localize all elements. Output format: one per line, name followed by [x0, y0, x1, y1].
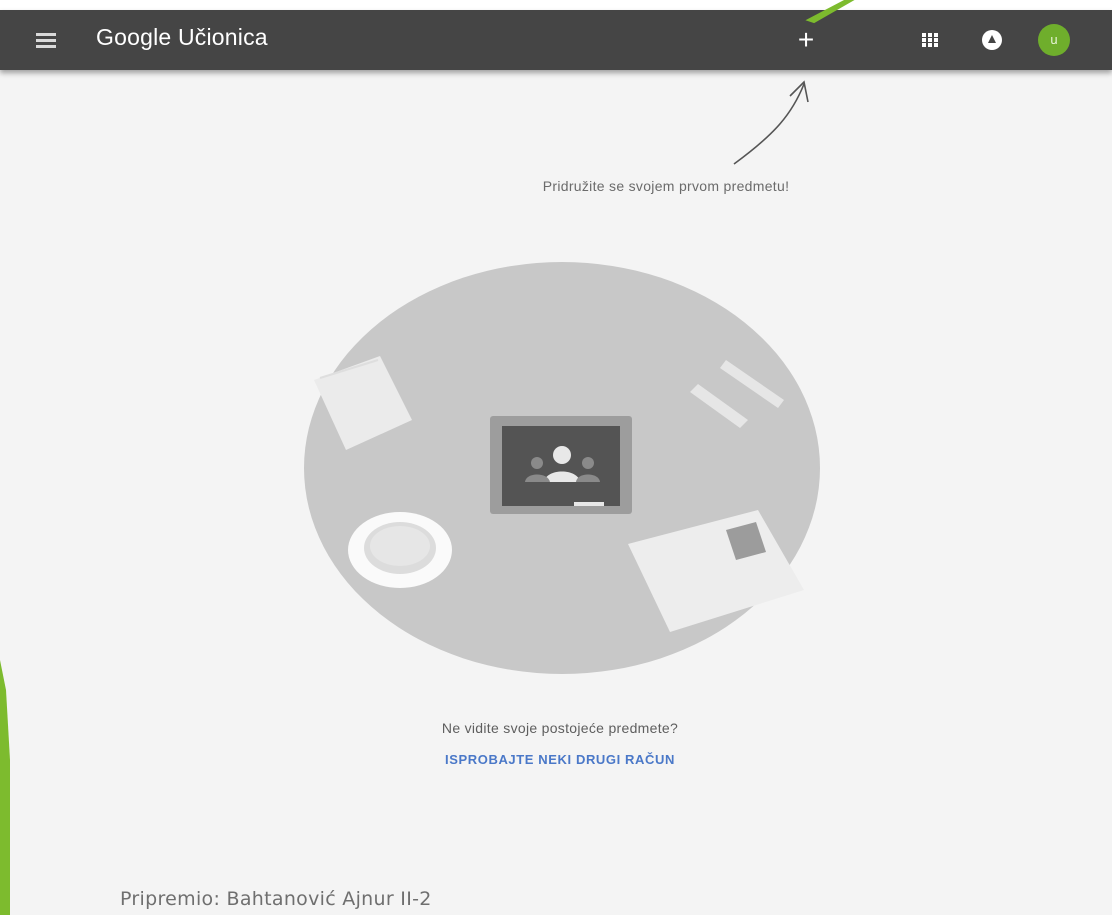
footer-credit: Pripremio: Bahtanović Ajnur II-2 — [120, 888, 432, 910]
arrow-icon — [733, 80, 809, 165]
apps-grid-icon — [922, 33, 938, 47]
notification-icon — [982, 30, 1002, 50]
apps-grid-button[interactable] — [916, 26, 944, 54]
switch-account-link[interactable]: ISPROBAJTE NEKI DRUGI RAČUN — [380, 752, 740, 767]
empty-state-illustration — [304, 262, 820, 674]
slide-decoration-left — [0, 660, 10, 915]
first-class-hint: Pridružite se svojem prvom predmetu! — [542, 178, 790, 194]
missing-classes-question: Ne vidite svoje postojeće predmete? — [441, 720, 679, 736]
notifications-button[interactable] — [978, 26, 1006, 54]
page: Google Učionica + u Pridružite se svojem… — [0, 0, 1112, 915]
slide-decoration-top — [805, 0, 855, 24]
classroom-board-icon — [490, 416, 632, 514]
cup-icon — [348, 512, 452, 588]
